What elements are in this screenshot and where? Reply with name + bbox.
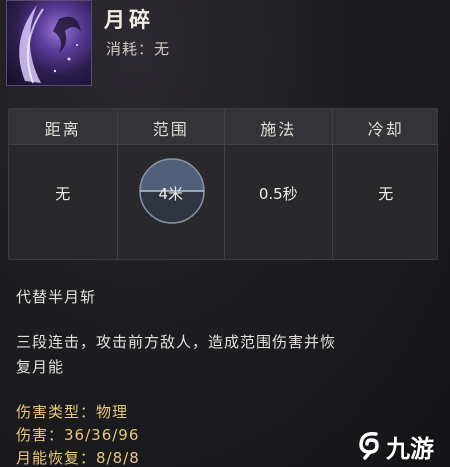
skill-stats-panel: 距离 无 范围 4米 施法 0.5秒 冷却 无: [8, 108, 438, 260]
stat-cast: 施法 0.5秒: [224, 109, 332, 259]
stat-value: 无: [378, 185, 394, 203]
attr-label: 伤害：: [16, 426, 65, 444]
stat-label: 施法: [260, 120, 297, 139]
crescent-moon-slash-icon: [19, 5, 81, 84]
attr-value: 物理: [96, 403, 129, 421]
swirl-logo-icon: [359, 431, 379, 460]
skill-icon: [6, 0, 92, 86]
stat-label: 距离: [44, 120, 81, 139]
watermark: 九游: [356, 428, 446, 463]
attr-label: 伤害类型：: [16, 403, 97, 421]
attr-damage: 伤害：36/36/96: [16, 424, 139, 445]
stat-label: 冷却: [367, 120, 404, 139]
stat-value: 4米: [158, 185, 184, 203]
attr-moon-energy: 月能恢复：8/8/8: [16, 447, 140, 467]
description-line-1: 三段连击，攻击前方敌人，造成范围伤害并恢: [16, 333, 337, 351]
stat-cooldown: 冷却 无: [331, 109, 440, 259]
watermark-text: 九游: [386, 435, 434, 463]
description-line-2: 复月能: [16, 358, 65, 376]
skill-cost: 消耗：无: [106, 40, 171, 58]
attr-label: 月能恢复：: [16, 449, 97, 467]
replaces-text: 代替半月斩: [16, 288, 97, 306]
stat-distance: 距离 无: [9, 109, 117, 259]
stat-range: 范围 4米: [116, 109, 225, 259]
attr-value: 36/36/96: [64, 426, 140, 444]
stat-label: 范围: [152, 120, 189, 139]
attr-damage-type: 伤害类型：物理: [16, 401, 128, 422]
stat-value: 0.5秒: [258, 185, 298, 203]
attr-value: 8/8/8: [96, 449, 140, 467]
stat-value: 无: [55, 185, 71, 203]
skill-name: 月碎: [104, 8, 154, 32]
